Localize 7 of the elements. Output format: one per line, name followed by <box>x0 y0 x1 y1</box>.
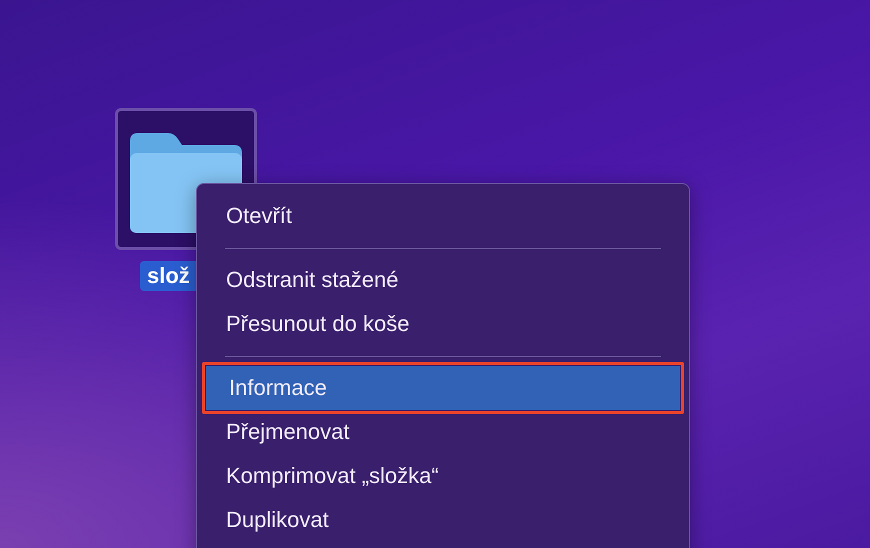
menu-item[interactable]: Informace <box>202 362 684 414</box>
menu-item[interactable]: Duplikovat <box>206 498 680 542</box>
menu-item[interactable]: Přesunout do koše <box>206 302 680 346</box>
folder-name-label[interactable]: slož <box>140 261 196 291</box>
menu-item[interactable]: Otevřít <box>206 194 680 238</box>
menu-item[interactable]: Komprimovat „složka“ <box>206 454 680 498</box>
menu-item[interactable]: Odstranit stažené <box>206 258 680 302</box>
